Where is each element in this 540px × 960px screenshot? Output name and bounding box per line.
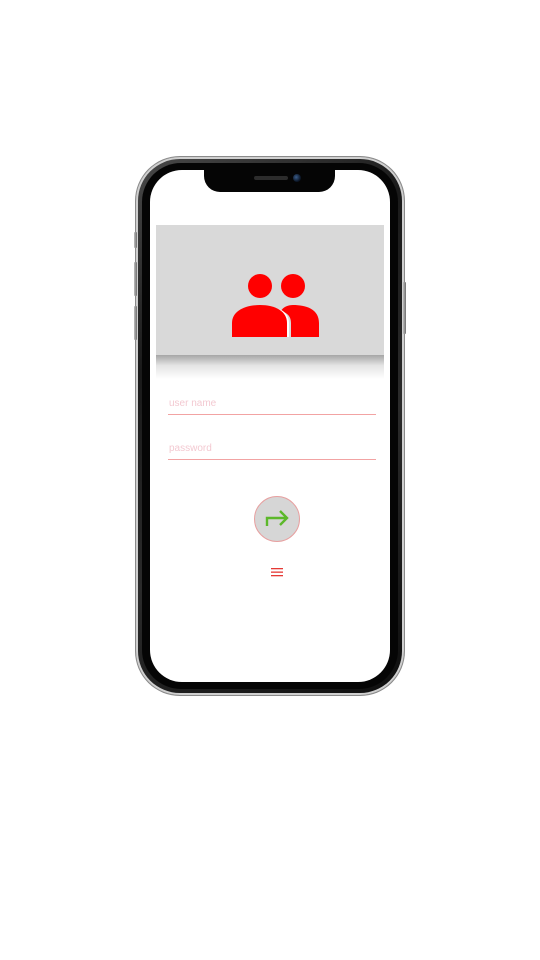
phone-volume-down bbox=[134, 306, 137, 340]
username-input[interactable] bbox=[168, 392, 378, 414]
username-field[interactable] bbox=[168, 392, 378, 415]
phone-silent-switch bbox=[134, 232, 137, 248]
stage bbox=[0, 0, 540, 960]
password-field[interactable] bbox=[168, 437, 378, 460]
phone-notch bbox=[204, 170, 335, 192]
front-camera bbox=[293, 174, 301, 182]
hamburger-menu-icon[interactable] bbox=[271, 567, 283, 577]
arrow-right-icon bbox=[265, 510, 289, 526]
speaker-grille bbox=[254, 176, 288, 180]
phone-power-button bbox=[403, 282, 406, 334]
login-submit-button[interactable] bbox=[254, 496, 300, 542]
users-icon bbox=[232, 274, 319, 337]
header-shadow bbox=[156, 355, 384, 379]
phone-volume-up bbox=[134, 262, 137, 296]
password-input[interactable] bbox=[168, 437, 378, 459]
